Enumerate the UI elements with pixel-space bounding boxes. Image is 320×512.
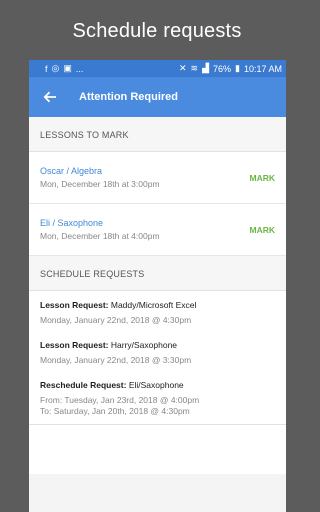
signal-icon: ▟ (202, 63, 209, 73)
notification-icons: f ◎ ▣ ... (45, 63, 83, 74)
request-type: Reschedule Request: (40, 380, 127, 390)
requests-section-header: SCHEDULE REQUESTS (29, 256, 286, 291)
request-type: Lesson Request: (40, 340, 109, 350)
mute-icon: ✕ (178, 63, 187, 73)
request-row[interactable]: Lesson Request: Maddy/Microsoft Excel Mo… (29, 291, 286, 331)
phone-screen: f ◎ ▣ ... ✕ ≋ ▟ 76% ▮ 10:17 AM Attention… (29, 60, 286, 512)
request-who: Maddy/Microsoft Excel (110, 300, 197, 310)
screenshot-caption: Schedule requests (72, 20, 242, 42)
notification-icon: ◎ (51, 63, 60, 73)
request-title: Reschedule Request: Eli/Saxophone (40, 380, 275, 390)
facebook-icon: f (45, 63, 48, 74)
request-type: Lesson Request: (40, 300, 109, 310)
app-bar: Attention Required (29, 77, 286, 117)
content-list: LESSONS TO MARK Oscar / Algebra Mon, Dec… (29, 117, 286, 474)
lesson-row[interactable]: Eli / Saxophone Mon, December 18th at 4:… (29, 204, 286, 256)
request-who: Harry/Saxophone (110, 340, 178, 350)
request-date: Monday, January 22nd, 2018 @ 3:30pm (40, 355, 192, 365)
lesson-date: Mon, December 18th at 4:00pm (40, 231, 160, 241)
request-row[interactable]: Lesson Request: Harry/Saxophone Monday, … (29, 331, 286, 371)
request-to-date: To: Saturday, Jan 20th, 2018 @ 4:30pm (40, 406, 190, 416)
request-from-date: From: Tuesday, Jan 23rd, 2018 @ 4:00pm (40, 395, 200, 405)
lesson-name: Oscar / Algebra (40, 166, 103, 176)
mark-button[interactable]: MARK (250, 173, 276, 183)
wifi-icon: ≋ (190, 63, 199, 73)
request-title: Lesson Request: Maddy/Microsoft Excel (40, 300, 275, 310)
more-notifications: ... (75, 63, 84, 74)
request-row[interactable]: Reschedule Request: Eli/Saxophone From: … (29, 371, 286, 425)
system-icons: ✕ ≋ ▟ 76% ▮ 10:17 AM (179, 63, 282, 74)
clock: 10:17 AM (243, 63, 282, 74)
lessons-section-header: LESSONS TO MARK (29, 117, 286, 152)
request-who: Eli/Saxophone (128, 380, 184, 390)
lesson-row[interactable]: Oscar / Algebra Mon, December 18th at 3:… (29, 152, 286, 204)
page-title: Attention Required (79, 91, 178, 103)
back-button[interactable] (41, 88, 59, 106)
status-bar: f ◎ ▣ ... ✕ ≋ ▟ 76% ▮ 10:17 AM (29, 60, 286, 77)
lesson-date: Mon, December 18th at 3:00pm (40, 179, 160, 189)
request-date: Monday, January 22nd, 2018 @ 4:30pm (40, 315, 192, 325)
mark-button[interactable]: MARK (250, 225, 276, 235)
image-icon: ▣ (63, 63, 72, 73)
request-title: Lesson Request: Harry/Saxophone (40, 340, 275, 350)
battery-level: 76% (213, 63, 232, 74)
battery-icon: ▮ (235, 63, 240, 73)
lesson-name: Eli / Saxophone (40, 218, 104, 228)
arrow-left-icon (43, 91, 56, 103)
